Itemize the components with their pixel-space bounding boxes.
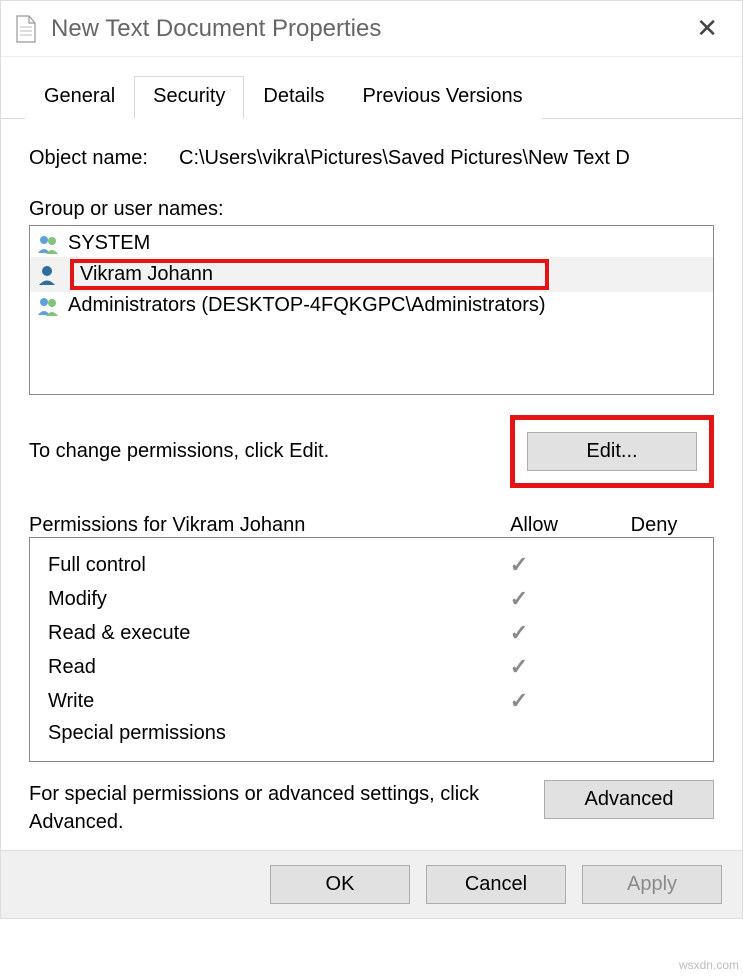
apply-button[interactable]: Apply bbox=[582, 865, 722, 904]
object-name-row: Object name: C:\Users\vikra\Pictures\Sav… bbox=[29, 147, 714, 170]
user-icon bbox=[36, 264, 62, 286]
allow-column-header: Allow bbox=[474, 514, 594, 537]
allow-check-icon: ✓ bbox=[459, 688, 579, 714]
special-permissions-row: For special permissions or advanced sett… bbox=[29, 780, 714, 836]
tab-general[interactable]: General bbox=[25, 76, 134, 119]
advanced-button[interactable]: Advanced bbox=[544, 780, 714, 819]
highlighted-user: Vikram Johann bbox=[70, 259, 549, 290]
group-user-names-list[interactable]: SYSTEM Vikram Johann Administrators (DES… bbox=[29, 225, 714, 395]
permission-name: Full control bbox=[48, 554, 459, 577]
list-item[interactable]: Administrators (DESKTOP-4FQKGPC\Administ… bbox=[30, 292, 713, 319]
list-item-label: Vikram Johann bbox=[80, 263, 213, 285]
allow-check-icon: ✓ bbox=[459, 620, 579, 646]
permission-name: Read bbox=[48, 656, 459, 679]
dialog-footer: OK Cancel Apply bbox=[1, 850, 742, 918]
allow-check-icon: ✓ bbox=[459, 654, 579, 680]
deny-column-header: Deny bbox=[594, 514, 714, 537]
object-name-label: Object name: bbox=[29, 147, 179, 170]
tab-security[interactable]: Security bbox=[134, 76, 244, 119]
tab-content: Object name: C:\Users\vikra\Pictures\Sav… bbox=[1, 119, 742, 850]
document-icon bbox=[15, 15, 37, 43]
window-title: New Text Document Properties bbox=[51, 15, 686, 43]
permissions-header: Permissions for Vikram Johann Allow Deny bbox=[29, 514, 714, 537]
permission-row: Read & execute ✓ bbox=[48, 616, 699, 650]
tabstrip: General Security Details Previous Versio… bbox=[1, 57, 742, 119]
edit-button-highlight: Edit... bbox=[510, 415, 714, 488]
allow-check-icon: ✓ bbox=[459, 552, 579, 578]
list-item-label: Administrators (DESKTOP-4FQKGPC\Administ… bbox=[68, 294, 546, 317]
permission-name: Modify bbox=[48, 588, 459, 611]
users-group-icon bbox=[36, 295, 62, 317]
ok-button[interactable]: OK bbox=[270, 865, 410, 904]
tab-details[interactable]: Details bbox=[244, 76, 343, 119]
permission-name: Read & execute bbox=[48, 622, 459, 645]
allow-check-icon: ✓ bbox=[459, 586, 579, 612]
list-item[interactable]: Vikram Johann bbox=[30, 257, 713, 292]
special-permissions-text: For special permissions or advanced sett… bbox=[29, 780, 544, 836]
permission-name: Write bbox=[48, 690, 459, 713]
close-button[interactable]: ✕ bbox=[686, 9, 728, 48]
watermark: wsxdn.com bbox=[679, 958, 739, 972]
users-group-icon bbox=[36, 233, 62, 255]
permission-row: Modify ✓ bbox=[48, 582, 699, 616]
group-user-names-label: Group or user names: bbox=[29, 198, 714, 221]
cancel-button[interactable]: Cancel bbox=[426, 865, 566, 904]
permission-row: Full control ✓ bbox=[48, 548, 699, 582]
permissions-list: Full control ✓ Modify ✓ Read & execute ✓… bbox=[29, 537, 714, 762]
edit-button[interactable]: Edit... bbox=[527, 432, 697, 471]
permission-row: Special permissions bbox=[48, 718, 699, 749]
list-item-label: SYSTEM bbox=[68, 232, 150, 255]
permission-row: Read ✓ bbox=[48, 650, 699, 684]
list-item[interactable]: SYSTEM bbox=[30, 230, 713, 257]
permission-row: Write ✓ bbox=[48, 684, 699, 718]
properties-dialog: New Text Document Properties ✕ General S… bbox=[0, 0, 743, 919]
change-permissions-row: To change permissions, click Edit. Edit.… bbox=[29, 415, 714, 488]
change-permissions-text: To change permissions, click Edit. bbox=[29, 440, 510, 463]
object-name-value: C:\Users\vikra\Pictures\Saved Pictures\N… bbox=[179, 147, 630, 170]
tab-previous-versions[interactable]: Previous Versions bbox=[344, 76, 542, 119]
permissions-for-label: Permissions for Vikram Johann bbox=[29, 514, 474, 537]
permission-name: Special permissions bbox=[48, 722, 459, 745]
titlebar: New Text Document Properties ✕ bbox=[1, 1, 742, 57]
